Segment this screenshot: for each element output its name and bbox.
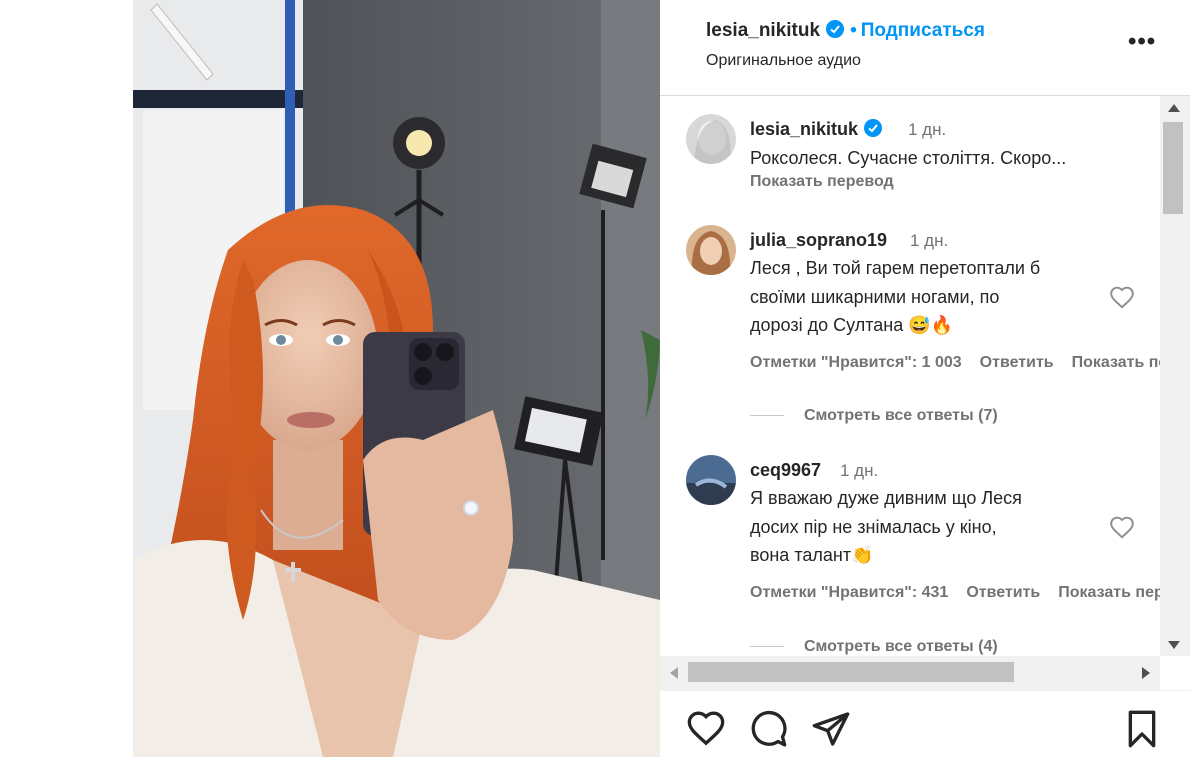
comment-meta: Отметки "Нравится": 1 003 Ответить Показат… (750, 354, 1160, 372)
comment-text: Леся , Ви той гарем перетоптали б своїми… (750, 258, 1041, 335)
show-translation-link[interactable]: Показать перевод (1058, 584, 1160, 601)
comment-time[interactable]: 1 дн. (910, 231, 948, 251)
likes-count[interactable]: Отметки "Нравится": 1 003 (750, 354, 962, 371)
author-username[interactable]: lesia_nikituk (706, 20, 820, 41)
comments-list: lesia_nikituk 1 дн. Роксолеся. Сучасне с… (660, 96, 1160, 656)
comment-username[interactable]: ceq9967 (750, 460, 821, 481)
comment-username[interactable]: lesia_nikituk (750, 119, 883, 140)
view-replies-link[interactable]: Смотреть все ответы (4) (750, 638, 998, 656)
comment-text: Я вважаю дуже дивним що Леся досих пір н… (750, 488, 1022, 565)
post-media[interactable] (133, 0, 660, 757)
vertical-scrollbar[interactable] (1160, 96, 1190, 656)
verified-icon (864, 119, 883, 137)
avatar[interactable] (686, 114, 736, 164)
likes-count[interactable]: Отметки "Нравится": 431 (750, 584, 948, 601)
caption-text: Роксолеся. Сучасне століття. Скоро... (750, 148, 1067, 168)
show-translation-link[interactable]: Показать перевод (1072, 354, 1160, 371)
follow-button[interactable]: Подписаться (861, 20, 985, 41)
avatar-image (686, 455, 736, 505)
post-actions (660, 690, 1190, 758)
comment-time[interactable]: 1 дн. (840, 461, 878, 481)
avatar-image (686, 225, 736, 275)
scroll-up-arrow-icon[interactable] (1168, 104, 1180, 112)
horizontal-scrollbar[interactable] (660, 656, 1160, 690)
separator-dot: • (850, 20, 857, 41)
scroll-left-arrow-icon[interactable] (670, 667, 678, 679)
like-comment-heart-icon[interactable] (1109, 285, 1135, 311)
post-header: lesia_nikituk • Подписаться Оригинальное а… (660, 0, 1190, 96)
comment-username[interactable]: julia_soprano19 (750, 230, 887, 251)
vertical-scroll-thumb[interactable] (1163, 122, 1183, 214)
post-panel: lesia_nikituk • Подписаться Оригинальное а… (660, 0, 1200, 757)
share-icon[interactable] (811, 709, 851, 749)
like-comment-heart-icon[interactable] (1109, 515, 1135, 541)
audio-label[interactable]: Оригинальное аудио (706, 52, 861, 70)
view-replies-link[interactable]: Смотреть все ответы (7) (750, 407, 998, 425)
post-photo (133, 0, 660, 757)
reply-button[interactable]: Ответить (966, 584, 1040, 601)
header-line: lesia_nikituk • Подписаться (706, 20, 985, 42)
caption-username[interactable]: lesia_nikituk (750, 119, 858, 139)
horizontal-scroll-thumb[interactable] (688, 662, 1014, 682)
avatar[interactable] (686, 455, 736, 505)
show-translation-link[interactable]: Показать перевод (750, 173, 894, 191)
reply-button[interactable]: Ответить (980, 354, 1054, 371)
avatar-image (686, 114, 736, 164)
bookmark-icon[interactable] (1122, 709, 1162, 749)
comment-icon[interactable] (748, 709, 788, 749)
avatar[interactable] (686, 225, 736, 275)
verified-icon (826, 20, 845, 38)
scroll-right-arrow-icon[interactable] (1142, 667, 1150, 679)
comment-time[interactable]: 1 дн. (908, 120, 946, 140)
more-options-button[interactable]: ••• (1128, 28, 1156, 56)
comment-meta: Отметки "Нравится": 431 Ответить Показать … (750, 584, 1160, 602)
heart-icon[interactable] (686, 709, 726, 749)
scroll-down-arrow-icon[interactable] (1168, 641, 1180, 649)
